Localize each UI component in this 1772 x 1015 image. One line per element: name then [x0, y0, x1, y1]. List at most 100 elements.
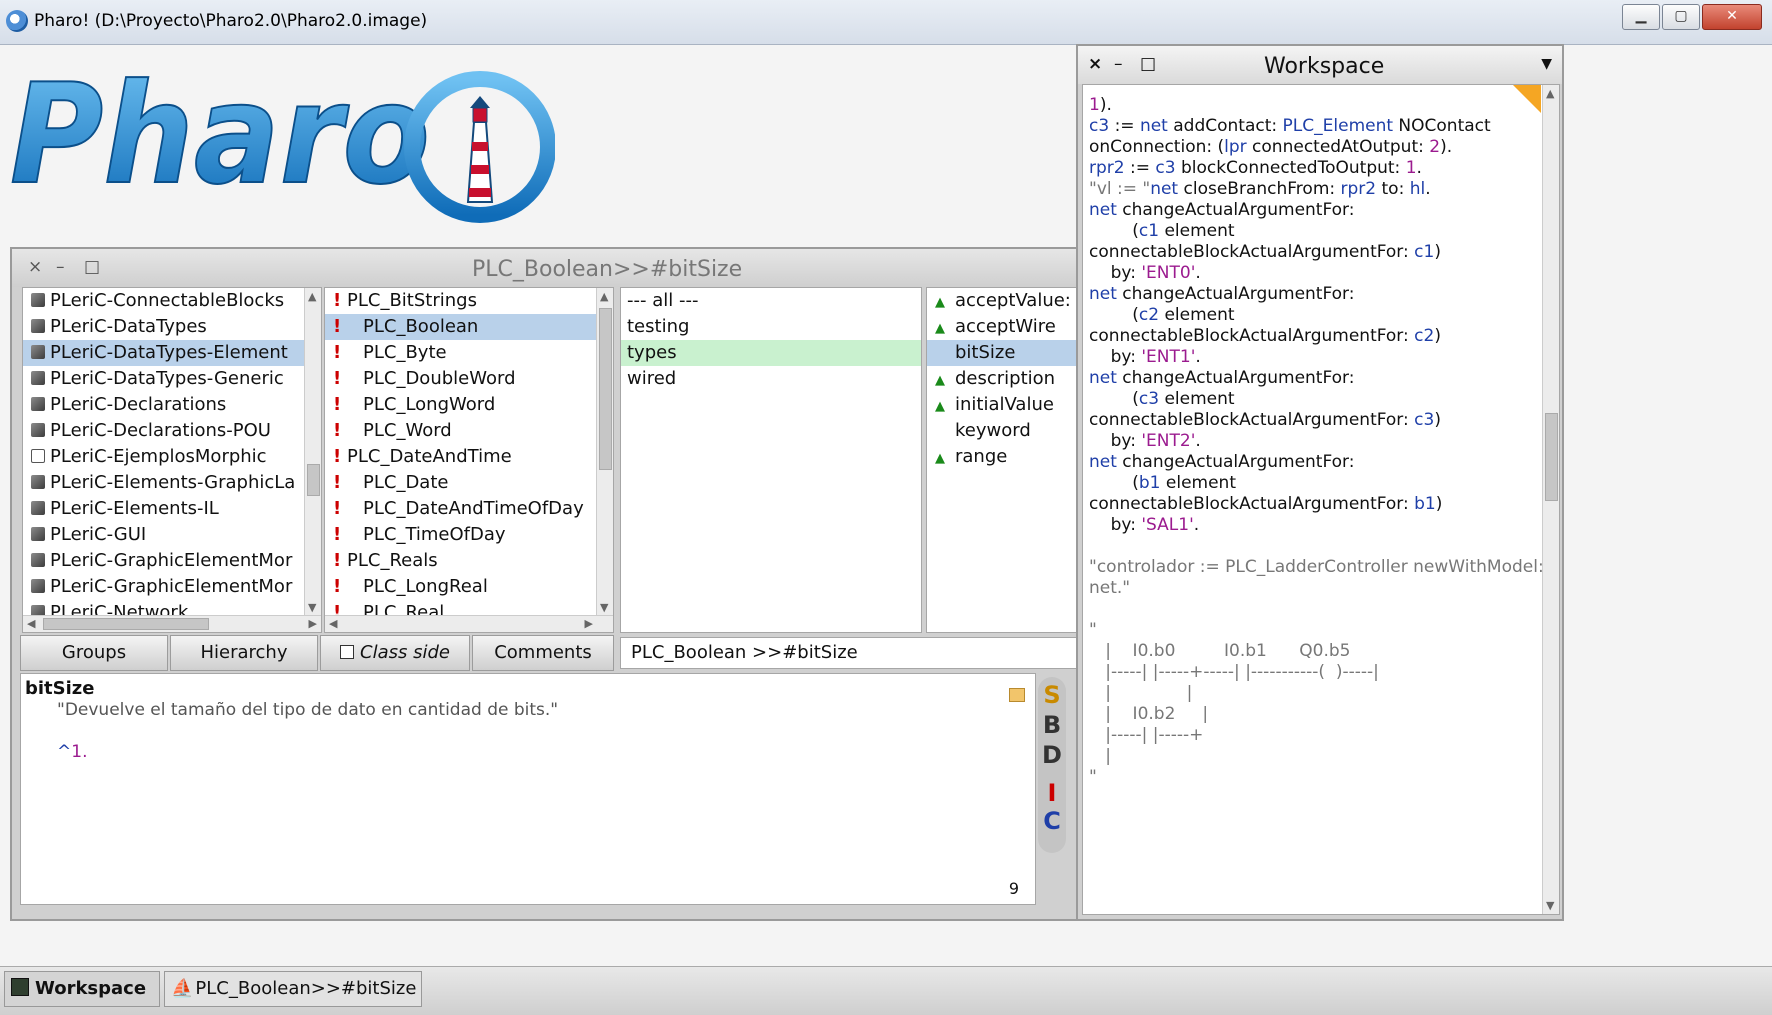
class-label: PLC_BitStrings — [347, 290, 477, 311]
side-button-b[interactable]: B — [1040, 711, 1064, 739]
workspace-maximize-icon[interactable]: □ — [1140, 54, 1156, 74]
browser-close-icon[interactable]: × — [28, 257, 42, 277]
class-item[interactable]: ! PLC_Reals — [325, 548, 597, 574]
warning-icon: ! — [333, 498, 342, 519]
method-label: bitSize — [955, 342, 1016, 363]
class-list-pane[interactable]: ! PLC_BitStrings! PLC_Boolean! PLC_Byte! PLC… — [324, 287, 614, 633]
side-button-c[interactable]: C — [1040, 807, 1064, 835]
return-value: 1. — [71, 742, 88, 762]
class-item[interactable]: ! PLC_LongWord — [325, 392, 597, 418]
class-item[interactable]: ! PLC_TimeOfDay — [325, 522, 597, 548]
workspace-minimize-icon[interactable]: – — [1114, 54, 1123, 74]
package-item[interactable]: PLeriC-ConnectableBlocks — [23, 288, 305, 314]
package-item[interactable]: PLeriC-DataTypes-Generic — [23, 366, 305, 392]
workspace-vertical-scrollbar[interactable]: ▲ ▼ — [1542, 85, 1559, 914]
code-token: changeActualArgumentFor: — [1116, 368, 1355, 388]
comments-button[interactable]: Comments — [472, 635, 614, 671]
package-icon — [31, 371, 45, 385]
protocol-item[interactable]: wired — [621, 366, 921, 392]
side-button-s[interactable]: S — [1040, 681, 1064, 709]
workspace-menu-icon[interactable]: ▼ — [1541, 56, 1552, 72]
package-label: PLeriC-GraphicElementMor — [50, 550, 293, 571]
package-item[interactable]: PLeriC-Elements-GraphicLa — [23, 470, 305, 496]
package-item[interactable]: PLeriC-Elements-IL — [23, 496, 305, 522]
class-side-toggle[interactable]: Class side — [320, 635, 470, 671]
warning-icon: ! — [333, 576, 342, 597]
side-button-i[interactable]: I — [1040, 779, 1064, 807]
workspace-close-icon[interactable]: × — [1088, 54, 1102, 74]
workspace-code-line: | | — [1089, 683, 1544, 704]
protocol-list-pane[interactable]: --- all --- testing types wired — [620, 287, 922, 633]
code-token: " — [1089, 620, 1097, 640]
workspace-title-bar[interactable]: × – □ Workspace ▼ — [1078, 46, 1562, 84]
class-item[interactable]: ! PLC_LongReal — [325, 574, 597, 600]
code-token: |-----| |-----+ — [1089, 725, 1204, 745]
class-label: PLC_Date — [363, 472, 449, 493]
code-token: | — [1089, 746, 1111, 766]
code-token: ) — [1434, 326, 1441, 346]
class-item[interactable]: ! PLC_Date — [325, 470, 597, 496]
package-item[interactable]: PLeriC-DataTypes-Element — [23, 340, 305, 366]
override-arrow-icon: ▲ — [935, 451, 945, 466]
package-item[interactable]: PLeriC-GraphicElementMor — [23, 548, 305, 574]
package-item[interactable]: PLeriC-GUI — [23, 522, 305, 548]
browser-minimize-icon[interactable]: – — [56, 257, 65, 277]
workspace-code-line: by: 'ENT1'. — [1089, 347, 1544, 368]
code-token: onConnection: ( — [1089, 137, 1225, 157]
class-side-checkbox[interactable] — [340, 645, 355, 659]
package-item[interactable]: PLeriC-Declarations-POU — [23, 418, 305, 444]
protocol-label: --- all --- — [627, 290, 699, 311]
os-minimize-button[interactable]: ▁ — [1622, 4, 1660, 30]
browser-title-bar[interactable]: × – □ PLC_Boolean>>#bitSize ▼ — [12, 249, 1216, 287]
method-label: keyword — [955, 420, 1031, 441]
code-token: element — [1159, 389, 1235, 409]
class-item[interactable]: ! PLC_DateAndTimeOfDay — [325, 496, 597, 522]
protocol-item[interactable]: --- all --- — [621, 288, 921, 314]
protocol-item[interactable]: testing — [621, 314, 921, 340]
workspace-code-line: connectableBlockActualArgumentFor: c2) — [1089, 326, 1544, 347]
groups-button[interactable]: Groups — [20, 635, 168, 671]
class-item[interactable]: ! PLC_BitStrings — [325, 288, 597, 314]
class-label: PLC_DateAndTime — [347, 446, 512, 467]
taskbar-item-browser[interactable]: ⛵ PLC_Boolean>>#bitSize — [164, 971, 422, 1007]
class-label: PLC_LongWord — [363, 394, 496, 415]
taskbar-item-workspace[interactable]: Workspace — [4, 971, 160, 1007]
hierarchy-button[interactable]: Hierarchy — [170, 635, 318, 671]
workspace-code-line: by: 'ENT0'. — [1089, 263, 1544, 284]
os-maximize-button[interactable]: ▢ — [1662, 4, 1700, 30]
browser-title: PLC_Boolean>>#bitSize — [472, 257, 743, 282]
package-vertical-scrollbar[interactable]: ▲ ▼ — [304, 288, 321, 616]
package-label: PLeriC-EjemplosMorphic — [50, 446, 267, 467]
package-item[interactable]: PLeriC-DataTypes — [23, 314, 305, 340]
class-item[interactable]: ! PLC_Boolean — [325, 314, 597, 340]
class-item[interactable]: ! PLC_DateAndTime — [325, 444, 597, 470]
class-item[interactable]: ! PLC_Word — [325, 418, 597, 444]
method-selector-text: PLC_Boolean >>#bitSize — [631, 642, 858, 663]
side-button-d[interactable]: D — [1040, 741, 1064, 769]
browser-maximize-icon[interactable]: □ — [84, 257, 100, 277]
protocol-item[interactable]: types — [621, 340, 921, 366]
package-item[interactable]: PLeriC-EjemplosMorphic — [23, 444, 305, 470]
warning-icon: ! — [333, 342, 342, 363]
source-code-pane[interactable]: bitSize "Devuelve el tamaño del tipo de … — [20, 673, 1036, 905]
class-horizontal-scrollbar[interactable]: ◀ ▶ — [325, 615, 613, 632]
os-close-button[interactable]: ✕ — [1702, 4, 1762, 30]
class-item[interactable]: ! PLC_Byte — [325, 340, 597, 366]
package-label: PLeriC-Declarations-POU — [50, 420, 271, 441]
class-vertical-scrollbar[interactable]: ▲ ▼ — [596, 288, 613, 616]
package-list-pane[interactable]: PLeriC-ConnectableBlocks PLeriC-DataTypes… — [22, 287, 322, 633]
class-item[interactable]: ! PLC_DoubleWord — [325, 366, 597, 392]
workspace-code-line: |-----| |-----+ — [1089, 725, 1544, 746]
workspace-code-line: | — [1089, 746, 1544, 767]
code-token: element — [1160, 473, 1236, 493]
warning-icon: ! — [333, 446, 342, 467]
workspace-text-pane[interactable]: 1). c3 := net addContact: PLC_Element NOC… — [1082, 84, 1560, 915]
package-horizontal-scrollbar[interactable]: ◀ ▶ — [23, 615, 321, 632]
unlock-icon[interactable] — [1009, 688, 1025, 702]
package-item[interactable]: PLeriC-GraphicElementMor — [23, 574, 305, 600]
code-token: closeBranchFrom: — [1178, 179, 1341, 199]
workspace-code-line: net." — [1089, 578, 1544, 599]
class-label: PLC_Word — [363, 420, 452, 441]
workspace-code-line: connectableBlockActualArgumentFor: c3) — [1089, 410, 1544, 431]
package-item[interactable]: PLeriC-Declarations — [23, 392, 305, 418]
